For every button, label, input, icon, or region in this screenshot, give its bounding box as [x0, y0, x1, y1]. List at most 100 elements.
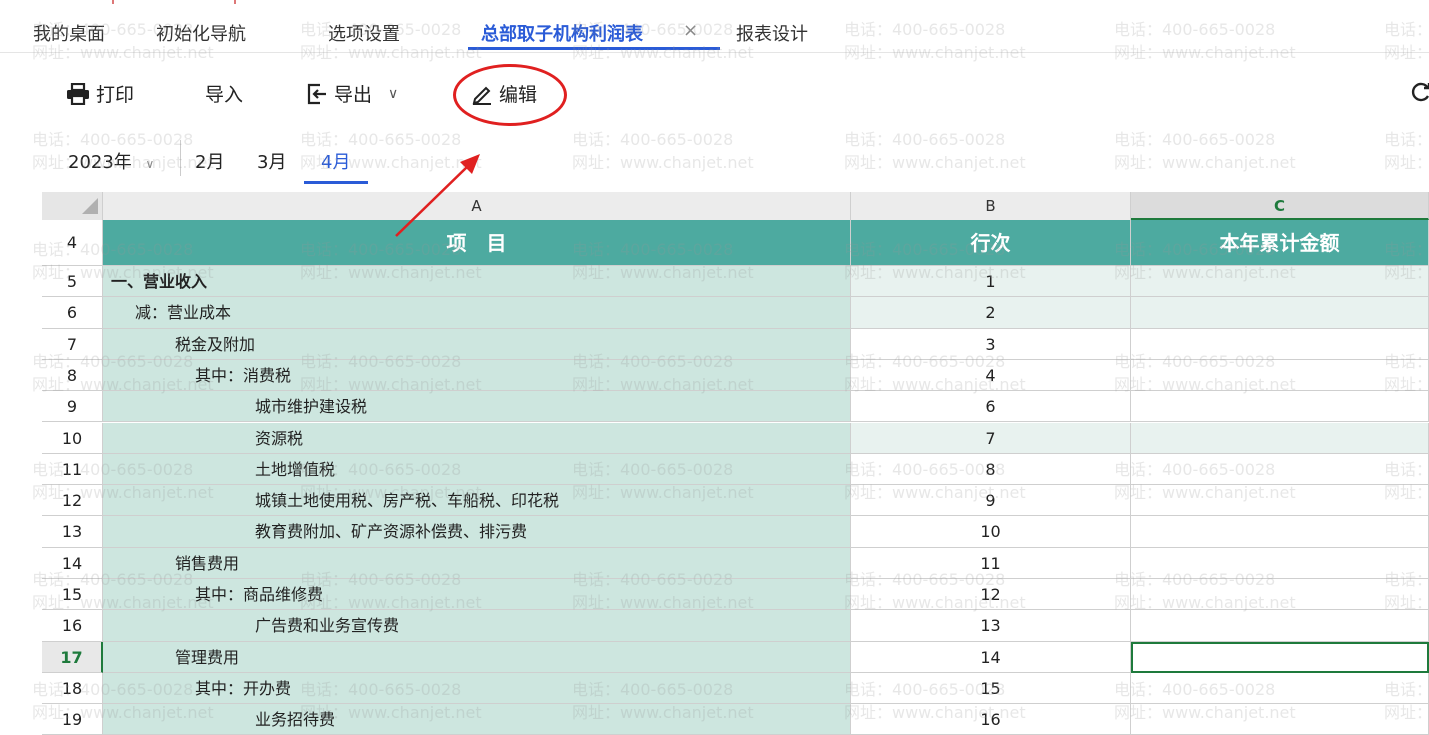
cell-item-name[interactable]: 教育费附加、矿产资源补偿费、排污费	[103, 516, 851, 548]
header-cell-ytd-amount[interactable]: 本年累计金额	[1131, 220, 1429, 266]
watermark-text: 电话：400-665-0028 网址：www.chanjet.net	[1114, 128, 1354, 174]
table-row: 10 资源税 7	[42, 422, 1429, 454]
month-mar[interactable]: 3月	[257, 148, 286, 174]
watermark-text: 电话：400-665-0028 网址：www.chanjet.net	[844, 128, 1084, 174]
cell-ytd-amount[interactable]	[1131, 328, 1429, 360]
cell-item-name[interactable]: 土地增值税	[103, 453, 851, 486]
cell-item-name[interactable]: 税金及附加	[103, 328, 851, 360]
export-icon	[306, 83, 328, 105]
cell-line-no[interactable]: 11	[851, 547, 1131, 579]
table-row: 15 其中：商品维修费 12	[42, 579, 1429, 611]
period-divider	[180, 140, 181, 176]
cell-item-name[interactable]: 减：营业成本	[103, 297, 851, 329]
watermark-url: 网址：www.chanjet.net	[572, 153, 754, 172]
watermark-phone: 电话：400-665-0028	[572, 130, 734, 149]
header-cell-line-no[interactable]: 行次	[851, 220, 1131, 266]
cell-line-no[interactable]: 10	[851, 516, 1131, 548]
watermark-phone: 电话：400-665-0028	[1384, 130, 1429, 149]
tab-close-icon[interactable]: ×	[683, 20, 698, 41]
row-number[interactable]: 4	[42, 220, 103, 266]
tab-bar: 我的桌面 初始化导航 选项设置 总部取子机构利润表 × 报表设计	[0, 0, 1429, 53]
cell-line-no[interactable]: 6	[851, 391, 1131, 423]
print-button[interactable]: 打印	[66, 80, 134, 107]
watermark-url: 网址：www.chanjet.net	[1384, 153, 1429, 172]
tab-accent-marker	[112, 0, 236, 4]
cell-item-name[interactable]: 其中：开办费	[103, 672, 851, 705]
cell-item-name[interactable]: 其中：商品维修费	[103, 579, 851, 611]
row-number[interactable]: 6	[42, 297, 103, 329]
tab-report-design[interactable]: 报表设计	[736, 20, 808, 46]
cell-line-no[interactable]: 7	[851, 422, 1131, 454]
cell-item-name[interactable]: 城市维护建设税	[103, 391, 851, 423]
row-number[interactable]: 9	[42, 391, 103, 423]
cell-ytd-amount[interactable]	[1131, 516, 1429, 548]
corner-triangle-icon	[82, 198, 98, 214]
cell-item-name[interactable]: 其中：消费税	[103, 359, 851, 392]
cell-line-no[interactable]: 14	[851, 641, 1131, 673]
report-header-row: 4项 目行次 本年累计金额	[42, 220, 1429, 266]
table-row: 14 销售费用 11	[42, 547, 1429, 579]
row-number[interactable]: 8	[42, 359, 103, 392]
cell-line-no[interactable]: 13	[851, 610, 1131, 642]
cell-line-no[interactable]: 9	[851, 485, 1131, 517]
cell-ytd-amount[interactable]	[1131, 704, 1429, 735]
row-number[interactable]: 16	[42, 610, 103, 642]
row-number[interactable]: 14	[42, 547, 103, 579]
cell-ytd-amount[interactable]	[1131, 297, 1429, 329]
row-number[interactable]: 7	[42, 328, 103, 360]
table-row: 8 其中：消费税 4	[42, 359, 1429, 392]
cell-line-no[interactable]: 3	[851, 328, 1131, 360]
row-number[interactable]: 17	[42, 641, 103, 673]
row-number[interactable]: 13	[42, 516, 103, 548]
month-apr[interactable]: 4月	[321, 148, 350, 174]
cell-item-name[interactable]: 广告费和业务宣传费	[103, 610, 851, 642]
cell-line-no[interactable]: 12	[851, 579, 1131, 611]
cell-item-name[interactable]: 城镇土地使用税、房产税、车船税、印花税	[103, 485, 851, 517]
cell-ytd-amount[interactable]	[1131, 610, 1429, 642]
cell-item-name[interactable]: 资源税	[103, 422, 851, 454]
cell-ytd-amount[interactable]	[1131, 391, 1429, 423]
row-number[interactable]: 18	[42, 672, 103, 705]
select-all-corner[interactable]	[42, 192, 103, 220]
tab-desktop[interactable]: 我的桌面	[33, 20, 105, 46]
cell-item-name[interactable]: 一、营业收入	[103, 266, 851, 298]
export-button[interactable]: 导出 ∨	[306, 80, 398, 107]
cell-ytd-amount[interactable]	[1131, 547, 1429, 579]
column-header-b[interactable]: B	[851, 192, 1131, 220]
cell-line-no[interactable]: 15	[851, 672, 1131, 705]
cell-item-name[interactable]: 业务招待费	[103, 704, 851, 735]
cell-ytd-amount[interactable]	[1131, 453, 1429, 486]
cell-line-no[interactable]: 2	[851, 297, 1131, 329]
table-row: 5 一、营业收入 1	[42, 266, 1429, 298]
row-number[interactable]: 5	[42, 266, 103, 298]
tab-options[interactable]: 选项设置	[328, 20, 400, 46]
refresh-icon[interactable]	[1410, 80, 1429, 108]
cell-ytd-amount[interactable]	[1131, 672, 1429, 705]
cell-ytd-amount[interactable]	[1131, 485, 1429, 517]
row-number[interactable]: 10	[42, 422, 103, 454]
table-row: 9 城市维护建设税 6	[42, 391, 1429, 423]
tab-init-nav[interactable]: 初始化导航	[156, 20, 246, 46]
table-row: 6 减：营业成本 2	[42, 297, 1429, 329]
tab-profit-statement[interactable]: 总部取子机构利润表	[481, 20, 643, 46]
cell-ytd-amount[interactable]	[1131, 579, 1429, 611]
cell-line-no[interactable]: 4	[851, 359, 1131, 392]
cell-line-no[interactable]: 1	[851, 266, 1131, 298]
month-feb[interactable]: 2月	[195, 148, 224, 174]
cell-line-no[interactable]: 8	[851, 453, 1131, 486]
cell-ytd-amount[interactable]	[1131, 266, 1429, 298]
cell-ytd-amount[interactable]	[1131, 359, 1429, 392]
import-label: 导入	[205, 84, 244, 106]
row-number[interactable]: 11	[42, 453, 103, 486]
row-number[interactable]: 12	[42, 485, 103, 517]
cell-item-name[interactable]: 销售费用	[103, 547, 851, 579]
row-number[interactable]: 19	[42, 704, 103, 735]
column-header-c[interactable]: C	[1131, 192, 1429, 220]
year-select[interactable]: 2023年 ∨	[68, 148, 154, 174]
cell-item-name[interactable]: 管理费用	[103, 641, 851, 673]
cell-ytd-amount[interactable]	[1131, 641, 1429, 673]
import-button[interactable]: 导入	[205, 80, 243, 107]
cell-ytd-amount[interactable]	[1131, 422, 1429, 454]
row-number[interactable]: 15	[42, 579, 103, 611]
cell-line-no[interactable]: 16	[851, 704, 1131, 735]
